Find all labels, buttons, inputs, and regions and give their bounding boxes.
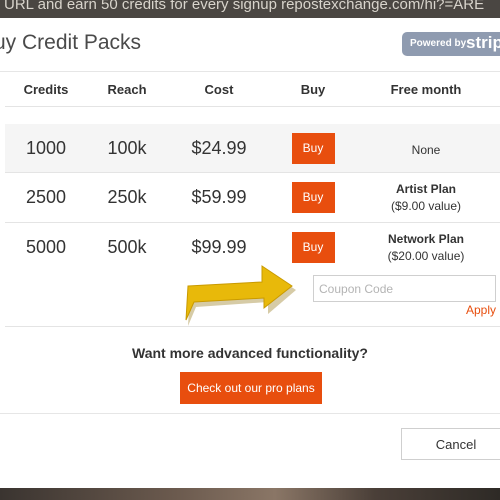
apply-coupon-link[interactable]: Apply xyxy=(466,303,496,317)
reach-cell: 250k xyxy=(107,186,147,207)
modal-header: uy Credit Packs Powered by stripe xyxy=(0,18,500,72)
free-month-cell: Artist Plan ($9.00 value) xyxy=(355,173,497,221)
table-header: Credits Reach Cost Buy Free month xyxy=(5,73,500,107)
column-header-buy: Buy xyxy=(300,82,326,97)
background-page-banner: URL and earn 50 credits for every signup… xyxy=(0,0,500,18)
free-month-value: ($20.00 value) xyxy=(387,248,465,263)
modal-title: uy Credit Packs xyxy=(0,31,142,54)
powered-by-label: Powered by xyxy=(410,38,467,49)
reach-cell: 100k xyxy=(107,137,147,158)
buy-cell: Buy xyxy=(271,124,355,172)
buy-cell: Buy xyxy=(271,173,355,221)
cost-cell: $24.99 xyxy=(191,137,247,158)
credits-cell: 5000 xyxy=(25,236,67,257)
powered-by-stripe-badge[interactable]: Powered by stripe xyxy=(402,32,500,56)
reach-cell: 500k xyxy=(107,236,147,257)
pro-plans-button[interactable]: Check out our pro plans xyxy=(180,372,322,404)
column-header-credits: Credits xyxy=(23,82,69,97)
free-month-cell: None xyxy=(355,124,497,172)
table-row: 1000 100k $24.99 Buy None xyxy=(5,124,500,172)
buy-2500-button[interactable]: Buy xyxy=(291,181,335,213)
modal-footer-divider xyxy=(0,413,500,414)
buy-5000-button[interactable]: Buy xyxy=(291,231,335,263)
cancel-button[interactable]: Cancel xyxy=(401,428,500,460)
coupon-code-input[interactable] xyxy=(313,275,496,302)
credits-cell: 1000 xyxy=(25,137,67,158)
stripe-logo: stripe xyxy=(466,33,500,52)
buy-1000-button[interactable]: Buy xyxy=(291,132,335,164)
free-month-cell: Network Plan ($20.00 value) xyxy=(355,223,497,271)
free-month-plan: Network Plan xyxy=(387,231,465,246)
section-divider xyxy=(5,326,500,327)
background-banner-text: URL and earn 50 credits for every signup… xyxy=(4,0,485,13)
credits-cell: 2500 xyxy=(25,186,67,207)
promo-text: Want more advanced functionality? xyxy=(132,345,368,361)
column-header-free-month: Free month xyxy=(390,82,462,97)
column-header-reach: Reach xyxy=(107,82,147,97)
cost-cell: $59.99 xyxy=(191,186,247,207)
column-header-cost: Cost xyxy=(204,82,234,97)
yellow-arrow-icon xyxy=(185,265,296,326)
free-month-value: None xyxy=(411,142,441,157)
free-month-value: ($9.00 value) xyxy=(390,198,462,213)
table-row: 2500 250k $59.99 Buy Artist Plan ($9.00 … xyxy=(5,172,500,220)
free-month-plan: Artist Plan xyxy=(395,181,456,196)
